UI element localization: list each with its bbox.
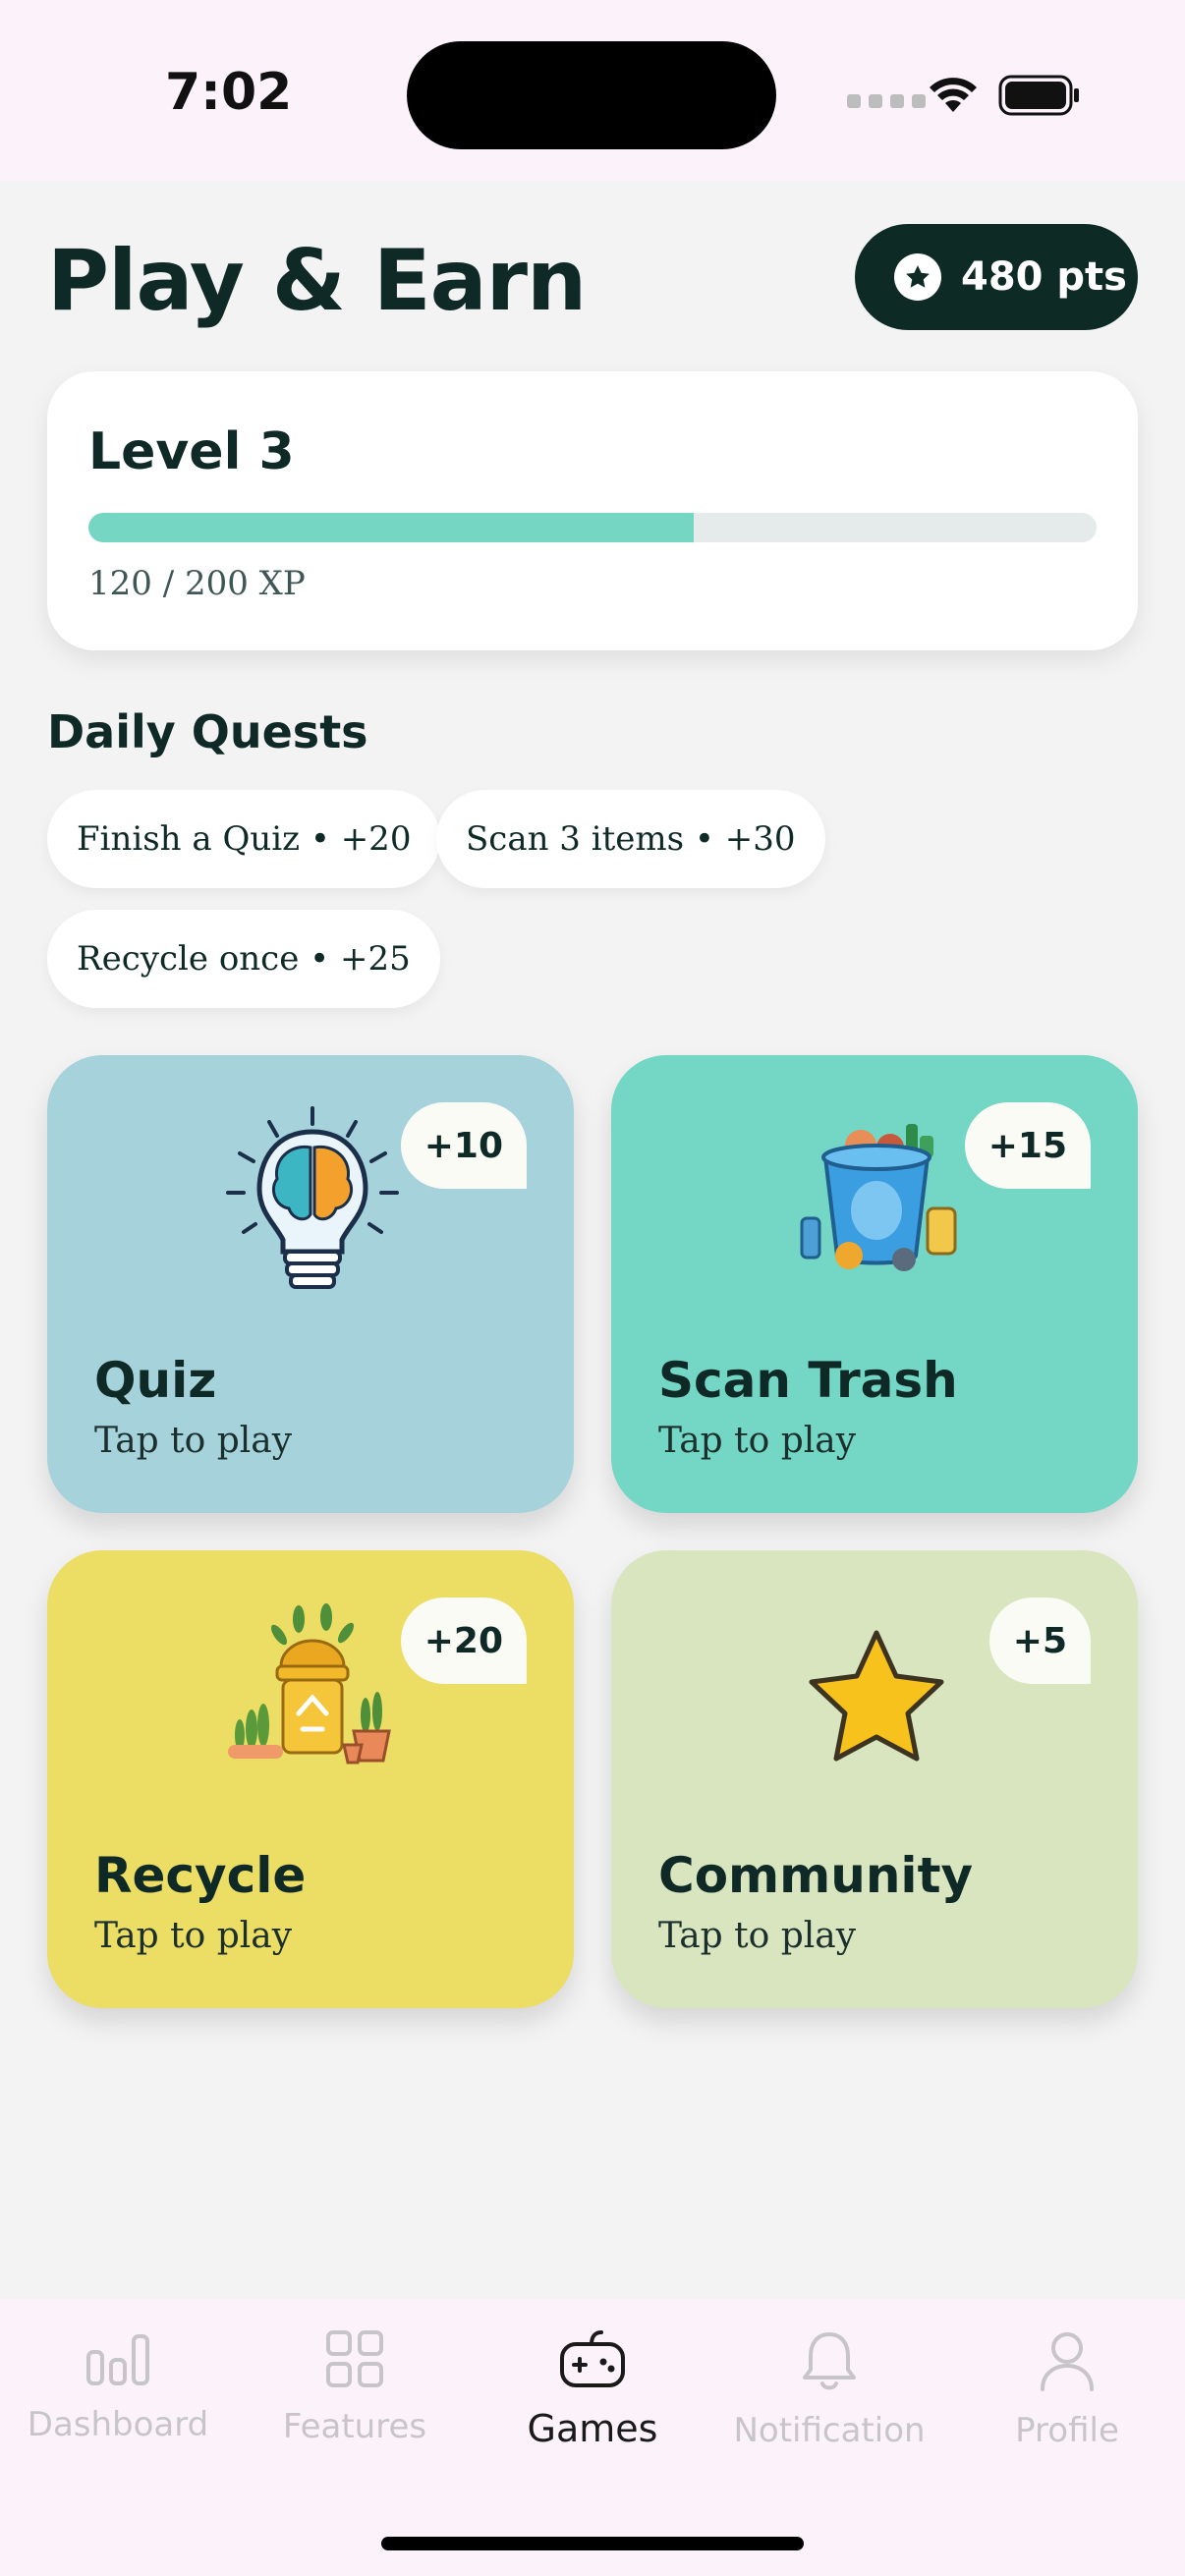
xp-label: 120 / 200 XP bbox=[88, 564, 306, 603]
game-title: Scan Trash bbox=[658, 1352, 958, 1409]
page-title: Play & Earn bbox=[47, 232, 587, 330]
star-badge-icon bbox=[894, 253, 941, 301]
tab-bar: Dashboard Features Games Notification Pr… bbox=[0, 2299, 1185, 2576]
tab-label: Features bbox=[282, 2407, 427, 2446]
star-icon bbox=[809, 1630, 944, 1762]
game-title: Community bbox=[658, 1847, 974, 1904]
bell-icon bbox=[803, 2332, 856, 2390]
tab-label: Games bbox=[527, 2407, 658, 2450]
points-badge[interactable]: 480 pts bbox=[855, 224, 1138, 330]
status-bar: 7:02 bbox=[0, 0, 1185, 181]
points-label: 480 pts bbox=[961, 254, 1127, 300]
dynamic-island bbox=[407, 41, 776, 149]
level-card: Level 3 120 / 200 XP bbox=[47, 371, 1138, 650]
home-indicator bbox=[381, 2537, 804, 2550]
game-title: Recycle bbox=[94, 1847, 307, 1904]
quest-chip[interactable]: Finish a Quiz • +20 bbox=[47, 790, 441, 888]
trash-can-icon bbox=[800, 1124, 957, 1271]
xp-progress-fill bbox=[88, 513, 694, 542]
game-card-quiz[interactable]: +10 Quiz Tap to play bbox=[47, 1055, 574, 1513]
tab-features[interactable]: Features bbox=[237, 2328, 473, 2486]
lightbulb-brain-icon bbox=[226, 1106, 399, 1289]
tab-label: Profile bbox=[1015, 2411, 1119, 2450]
tab-label: Notification bbox=[733, 2411, 926, 2450]
game-subtitle: Tap to play bbox=[94, 1916, 293, 1956]
bar-chart-icon bbox=[86, 2334, 149, 2385]
tab-games[interactable]: Games bbox=[475, 2328, 710, 2486]
game-card-community[interactable]: +5 Community Tap to play bbox=[611, 1550, 1138, 2008]
tab-profile[interactable]: Profile bbox=[949, 2328, 1185, 2486]
xp-progress-bar bbox=[88, 513, 1097, 542]
game-card-recycle[interactable]: +20 Recycle Tap to play bbox=[47, 1550, 574, 2008]
tab-label: Dashboard bbox=[27, 2405, 209, 2444]
game-subtitle: Tap to play bbox=[658, 1916, 857, 1956]
game-subtitle: Tap to play bbox=[94, 1421, 293, 1461]
game-subtitle: Tap to play bbox=[658, 1421, 857, 1461]
quests-title: Daily Quests bbox=[47, 705, 368, 758]
tab-dashboard[interactable]: Dashboard bbox=[0, 2328, 236, 2486]
tab-notification[interactable]: Notification bbox=[711, 2328, 947, 2486]
battery-icon bbox=[998, 75, 1079, 116]
game-card-scan-trash[interactable]: +15 Scan Trash Tap to play bbox=[611, 1055, 1138, 1513]
game-title: Quiz bbox=[94, 1352, 217, 1409]
quest-chip[interactable]: Scan 3 items • +30 bbox=[436, 790, 825, 888]
wifi-icon bbox=[930, 78, 977, 112]
reward-badge: +5 bbox=[988, 1597, 1091, 1684]
recycle-bin-plants-icon bbox=[228, 1603, 391, 1764]
cellular-signal-icon bbox=[847, 94, 926, 108]
level-title: Level 3 bbox=[88, 422, 295, 481]
person-icon bbox=[1041, 2332, 1094, 2391]
status-time: 7:02 bbox=[165, 63, 293, 122]
gamepad-icon bbox=[560, 2330, 625, 2387]
grid-icon bbox=[326, 2330, 383, 2387]
quest-chip[interactable]: Recycle once • +25 bbox=[47, 910, 440, 1008]
